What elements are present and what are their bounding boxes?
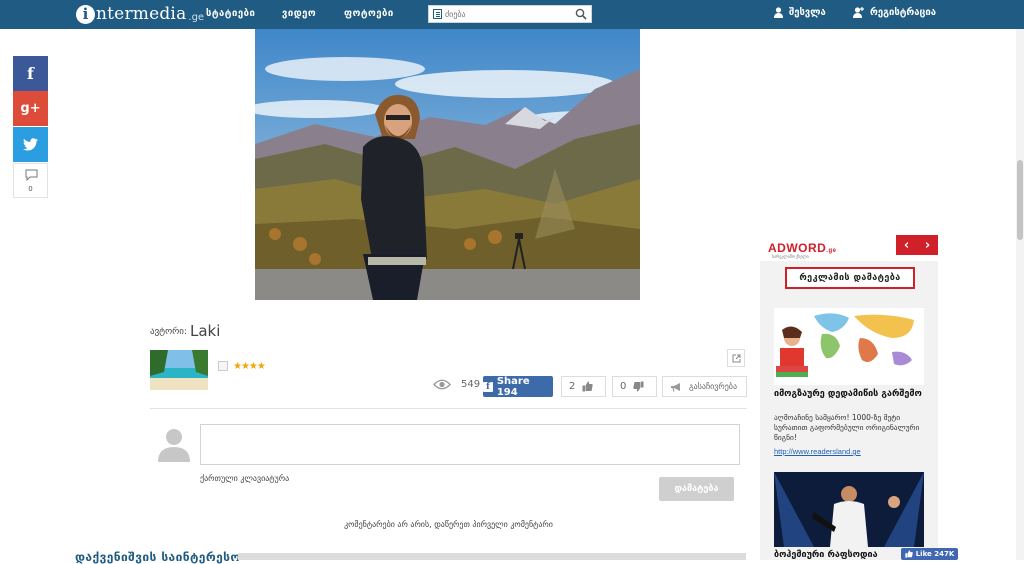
register-label: რეგისტრაცია xyxy=(870,7,937,18)
world-map-book-image xyxy=(774,308,924,385)
empty-comments-message: კომენტარები არ არის, დაწერეთ პირველი კომ… xyxy=(344,520,553,529)
adword-widget: ADWORD.ge სარეკლამო ქსელი ‹ › რეკლამის დ… xyxy=(760,235,938,560)
search-input[interactable] xyxy=(445,6,573,22)
adword-logo-subtitle: სარეკლამო ქსელი xyxy=(772,254,809,259)
section-title-bar xyxy=(238,553,746,560)
logo-text: ntermedia xyxy=(96,4,187,24)
chevron-right-icon[interactable]: › xyxy=(925,238,930,253)
ad1-description: აღმოაჩინე სამყარო! 1000-ზე მეტი სურათით … xyxy=(774,413,920,442)
googleplus-icon: g+ xyxy=(20,101,41,116)
user-icon xyxy=(774,7,783,18)
mountain-photo-illustration xyxy=(255,29,640,300)
author-label: ავტორი: xyxy=(150,327,188,337)
login-link[interactable]: შესვლა xyxy=(774,7,826,18)
default-user-avatar-icon xyxy=(155,424,193,462)
article-photo xyxy=(255,29,640,300)
dislike-button[interactable]: 0 xyxy=(612,376,657,397)
ad-image-concert[interactable] xyxy=(774,472,924,547)
ad1-link[interactable]: http://www.readersland.ge xyxy=(774,447,861,456)
comment-textarea[interactable] xyxy=(200,424,740,465)
like-button[interactable]: 2 xyxy=(561,376,606,397)
logo-tld: .ge xyxy=(188,11,205,23)
interesting-section-title: დაქვენიშვის საინტერესო xyxy=(75,550,241,564)
register-link[interactable]: რეგისტრაცია xyxy=(853,7,936,18)
nav-photos[interactable]: ფოტოები xyxy=(344,8,394,19)
add-user-icon xyxy=(853,7,864,18)
thumbs-down-icon xyxy=(633,381,644,392)
search-icon[interactable] xyxy=(575,8,587,20)
concert-poster-image xyxy=(774,472,924,547)
author-thumbnail[interactable] xyxy=(150,350,208,390)
georgian-keyboard-toggle[interactable]: ქართული კლავიატურა xyxy=(200,474,289,483)
eye-icon xyxy=(433,379,451,390)
view-count: 549 xyxy=(461,379,481,390)
facebook-like-label: Like 247K xyxy=(915,550,955,558)
rating-stars[interactable]: ★★★★ xyxy=(233,361,266,372)
comment-count-button[interactable]: 0 xyxy=(13,163,48,198)
googleplus-share-button[interactable]: g+ xyxy=(13,91,48,126)
thumbs-up-icon xyxy=(582,381,594,392)
thumbs-up-icon xyxy=(905,550,913,558)
ad-image-world-map[interactable] xyxy=(774,308,924,385)
adword-header: ADWORD.ge სარეკლამო ქსელი ‹ › xyxy=(760,235,938,261)
page-scrollbar-thumb[interactable] xyxy=(1017,160,1023,240)
facebook-like-button[interactable]: Like 247K xyxy=(901,548,958,560)
adword-logo[interactable]: ADWORD.ge xyxy=(768,241,837,255)
report-button[interactable]: გასაჩივრება xyxy=(662,376,747,397)
add-comment-button[interactable]: დამატება xyxy=(659,477,734,501)
beach-thumbnail-image xyxy=(150,350,208,390)
avatar xyxy=(155,424,193,462)
facebook-share-button[interactable]: f xyxy=(13,56,48,91)
facebook-icon: f xyxy=(27,64,34,83)
logo-i-badge: i xyxy=(76,4,95,24)
chevron-left-icon[interactable]: ‹ xyxy=(904,238,909,253)
comment-count: 0 xyxy=(28,185,33,193)
ad-carousel-arrows: ‹ › xyxy=(896,235,938,255)
share-label: Share 194 xyxy=(496,375,530,398)
section-divider xyxy=(150,408,747,409)
external-link-button[interactable] xyxy=(727,349,745,367)
top-navigation-bar: i ntermedia .ge სტატიები ვიდეო ფოტოები შ… xyxy=(0,0,1024,29)
author-name[interactable]: Laki xyxy=(190,322,220,340)
facebook-share-count-button[interactable]: f Share 194 xyxy=(483,375,553,398)
like-count: 2 xyxy=(569,381,576,392)
twitter-icon xyxy=(23,138,38,151)
page-scrollbar-track[interactable] xyxy=(1016,29,1024,560)
report-label: გასაჩივრება xyxy=(689,382,738,391)
add-advertisement-button[interactable]: რეკლამის დამატება xyxy=(785,267,915,289)
login-label: შესვლა xyxy=(789,7,826,18)
nav-articles[interactable]: სტატიები xyxy=(206,8,255,19)
view-counter: 549 xyxy=(433,379,480,390)
search-box xyxy=(428,5,592,23)
megaphone-icon xyxy=(671,382,680,392)
nav-videos[interactable]: ვიდეო xyxy=(282,8,316,19)
dislike-count: 0 xyxy=(620,381,627,392)
twitter-share-button[interactable] xyxy=(13,127,48,162)
site-logo[interactable]: i ntermedia .ge xyxy=(76,3,204,25)
document-icon xyxy=(433,9,442,19)
ad1-title[interactable]: იმოგზაურე დედამიწის გარშემო xyxy=(774,389,924,400)
facebook-icon: f xyxy=(483,381,493,392)
external-link-icon xyxy=(732,354,741,363)
comment-icon xyxy=(25,169,38,181)
rating-icon xyxy=(218,361,228,371)
